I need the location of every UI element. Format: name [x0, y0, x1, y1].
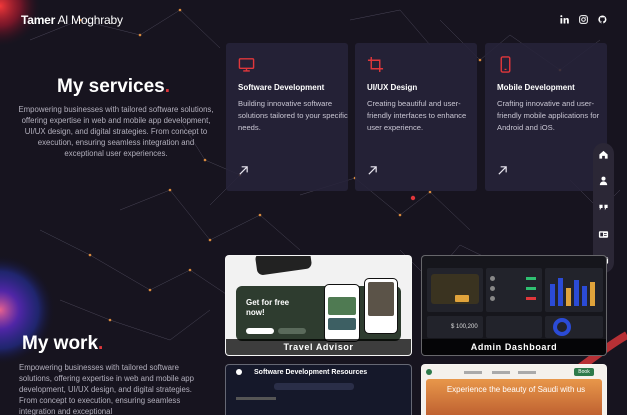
- logo-first-name: Tamer: [21, 13, 56, 27]
- work-description: Empowering businesses with tailored soft…: [19, 363, 194, 415]
- side-navigation: [593, 143, 614, 273]
- service-card-title: Software Development: [238, 83, 325, 92]
- tourism-hero-image: Experience the beauty of Saudi with us: [426, 379, 602, 415]
- quote-icon[interactable]: [598, 202, 609, 213]
- promo-button-secondary: [278, 328, 306, 334]
- github-icon[interactable]: [598, 15, 607, 24]
- dashboard-card-widget: [427, 268, 483, 312]
- tourism-headline: Experience the beauty of Saudi with us: [446, 385, 586, 394]
- book-button[interactable]: Book: [574, 368, 594, 376]
- dashboard-balance-widget: $ 100,200: [427, 316, 483, 338]
- service-card-text: Creating beautiful and user-friendly int…: [367, 99, 467, 132]
- linkedin-icon[interactable]: [560, 15, 569, 24]
- work-title-dot: .: [98, 333, 104, 354]
- service-card-title: UI/UX Design: [367, 83, 418, 92]
- resources-logo: [236, 369, 242, 375]
- service-card-software[interactable]: Software Development Building innovative…: [226, 43, 348, 191]
- id-card-icon[interactable]: [598, 229, 609, 240]
- project-card-saudi-tourism[interactable]: Book Experience the beauty of Saudi with…: [421, 364, 607, 415]
- service-card-mobile[interactable]: Mobile Development Crafting innovative a…: [485, 43, 607, 191]
- project-card-travel-advisor[interactable]: Get for free now! Travel Advisor: [225, 255, 412, 356]
- services-description: Empowering businesses with tailored soft…: [18, 105, 214, 158]
- logo-last-name: Al Moghraby: [55, 13, 123, 27]
- services-title-text: My services: [57, 76, 165, 97]
- promo-headline: Get for free now!: [246, 298, 290, 317]
- resources-header: Software Development Resources: [254, 369, 368, 376]
- project-caption: Travel Advisor: [226, 339, 411, 355]
- phone-mockup-top: [254, 256, 313, 276]
- monitor-icon: [238, 58, 255, 72]
- dashboard-transactions-widget: [486, 316, 542, 338]
- service-card-text: Crafting innovative and user-friendly mo…: [497, 99, 600, 132]
- social-links: [560, 15, 607, 24]
- promo-banner: Get for free now!: [236, 278, 401, 342]
- resources-search-bar[interactable]: [274, 383, 354, 390]
- crop-icon: [367, 56, 384, 73]
- arrow-up-right-icon[interactable]: [238, 165, 249, 176]
- phone-mockup-left: [324, 284, 360, 342]
- project-caption: Admin Dashboard: [422, 339, 606, 355]
- services-title-dot: .: [164, 76, 171, 97]
- phone-mockup-right: [364, 278, 398, 334]
- dashboard-chart-widget: [545, 268, 603, 312]
- work-title: My work.: [22, 333, 103, 355]
- service-card-text: Building innovative software solutions t…: [238, 99, 348, 132]
- service-card-title: Mobile Development: [497, 83, 575, 92]
- instagram-icon[interactable]: [579, 15, 588, 24]
- dashboard-donut-widget: [545, 316, 603, 338]
- balance-amount: $ 100,200: [451, 324, 478, 330]
- service-card-uiux[interactable]: UI/UX Design Creating beautiful and user…: [355, 43, 477, 191]
- project-card-admin-dashboard[interactable]: $ 100,200 Admin Dashboard: [421, 255, 607, 356]
- site-logo[interactable]: Tamer Al Moghraby: [21, 13, 123, 27]
- tourism-logo: [426, 369, 432, 375]
- work-title-text: My work: [22, 333, 99, 354]
- arrow-up-right-icon[interactable]: [367, 165, 378, 176]
- project-card-dev-resources[interactable]: Software Development Resources: [225, 364, 412, 415]
- home-icon[interactable]: [598, 149, 609, 160]
- dashboard-list-widget: [486, 268, 542, 312]
- services-title: My services.: [57, 76, 170, 98]
- mobile-icon: [500, 56, 511, 73]
- user-icon[interactable]: [598, 175, 609, 186]
- arrow-up-right-icon[interactable]: [497, 165, 508, 176]
- promo-button: [246, 328, 274, 334]
